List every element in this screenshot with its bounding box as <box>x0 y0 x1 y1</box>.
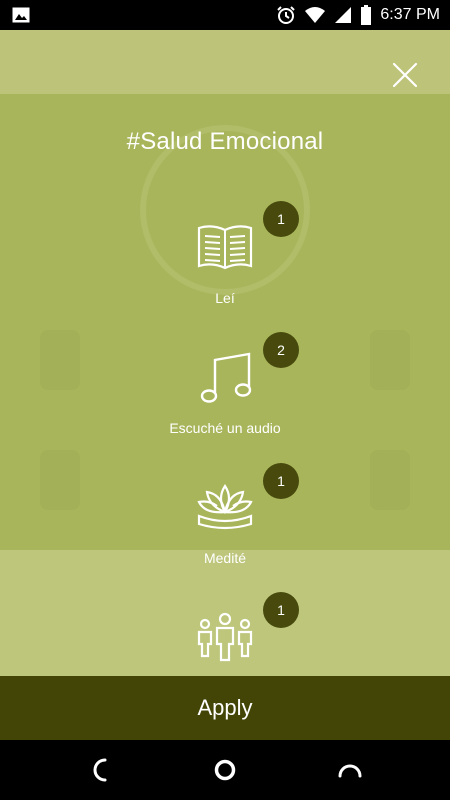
battery-icon <box>361 5 372 25</box>
book-icon <box>195 222 255 282</box>
count-badge: 1 <box>263 463 299 499</box>
apply-label: Apply <box>197 695 253 720</box>
system-nav-bar <box>0 740 450 800</box>
image-notification-icon <box>12 7 30 23</box>
people-group-icon <box>195 612 255 672</box>
back-icon[interactable] <box>87 756 115 784</box>
alarm-icon <box>277 6 296 24</box>
recents-icon[interactable] <box>336 756 364 784</box>
signal-icon <box>335 7 352 23</box>
status-bar: 6:37 PM <box>0 0 450 30</box>
activity-item-lei[interactable]: Leí <box>0 218 450 338</box>
count-badge: 2 <box>263 332 299 368</box>
close-icon[interactable] <box>388 58 422 92</box>
count-badge: 1 <box>263 592 299 628</box>
count-badge: 1 <box>263 201 299 237</box>
activity-item-audio[interactable]: Escuché un audio <box>0 348 450 468</box>
activity-label: Medité <box>203 550 247 566</box>
activity-label: Leí <box>215 290 235 306</box>
activity-label: Escuché un audio <box>169 420 281 436</box>
music-note-icon <box>195 350 255 410</box>
lotus-icon <box>195 482 255 542</box>
status-time: 6:37 PM <box>380 6 440 23</box>
apply-button[interactable]: Apply <box>0 676 450 740</box>
wifi-icon <box>305 7 326 23</box>
dialog-title: #Salud Emocional <box>126 128 324 155</box>
activity-item-group[interactable] <box>0 612 450 672</box>
activity-item-medite[interactable]: Medité <box>0 478 450 598</box>
home-icon[interactable] <box>211 756 239 784</box>
